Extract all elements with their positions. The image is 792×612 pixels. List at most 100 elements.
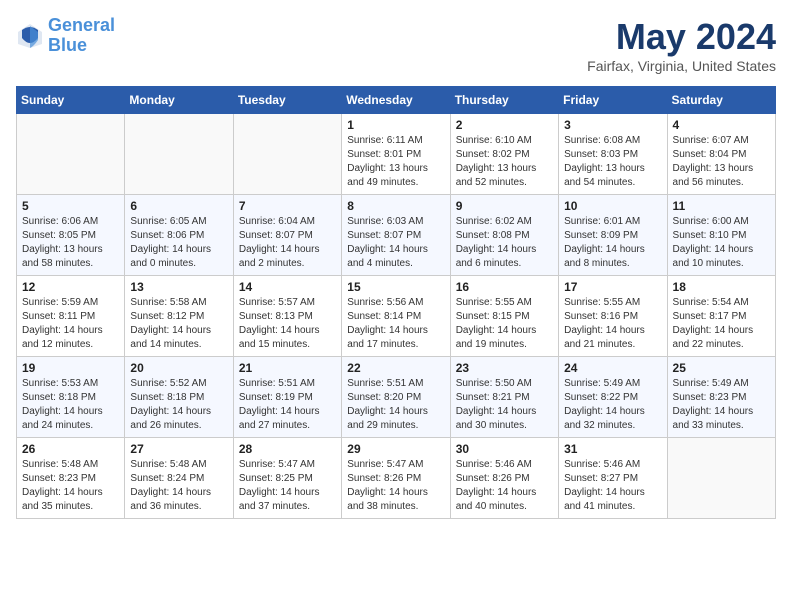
calendar-cell: 12 Sunrise: 5:59 AM Sunset: 8:11 PM Dayli… xyxy=(17,276,125,357)
weekday-header-wednesday: Wednesday xyxy=(342,87,450,114)
day-info: Sunrise: 5:55 AM Sunset: 8:15 PM Dayligh… xyxy=(456,296,553,352)
logo-icon xyxy=(16,22,44,50)
day-info: Sunrise: 6:05 AM Sunset: 8:06 PM Dayligh… xyxy=(130,215,227,271)
calendar-week-3: 19 Sunrise: 5:53 AM Sunset: 8:18 PM Dayli… xyxy=(17,357,776,438)
day-info: Sunrise: 5:57 AM Sunset: 8:13 PM Dayligh… xyxy=(239,296,336,352)
day-info: Sunrise: 5:59 AM Sunset: 8:11 PM Dayligh… xyxy=(22,296,119,352)
day-number: 4 xyxy=(673,118,770,132)
calendar-cell: 22Sunrise: 5:51 AM Sunset: 8:20 PM Dayli… xyxy=(342,357,450,438)
calendar-cell: 6 Sunrise: 6:05 AM Sunset: 8:06 PM Daylig… xyxy=(125,195,233,276)
day-info: Sunrise: 6:07 AM Sunset: 8:04 PM Dayligh… xyxy=(673,134,770,190)
day-info: Sunrise: 5:52 AM Sunset: 8:18 PM Dayligh… xyxy=(130,377,227,433)
day-number: 24 xyxy=(564,361,661,375)
day-number: 2 xyxy=(456,118,553,132)
calendar-week-1: 5Sunrise: 6:06 AM Sunset: 8:05 PM Daylig… xyxy=(17,195,776,276)
calendar-cell xyxy=(125,114,233,195)
day-number: 20 xyxy=(130,361,227,375)
day-info: Sunrise: 6:02 AM Sunset: 8:08 PM Dayligh… xyxy=(456,215,553,271)
day-number: 23 xyxy=(456,361,553,375)
logo-text: General Blue xyxy=(48,16,115,56)
day-number: 11 xyxy=(673,199,770,213)
day-number: 7 xyxy=(239,199,336,213)
day-info: Sunrise: 5:51 AM Sunset: 8:20 PM Dayligh… xyxy=(347,377,444,433)
calendar-cell: 7 Sunrise: 6:04 AM Sunset: 8:07 PM Daylig… xyxy=(233,195,341,276)
day-number: 28 xyxy=(239,442,336,456)
calendar-cell: 9 Sunrise: 6:02 AM Sunset: 8:08 PM Daylig… xyxy=(450,195,558,276)
calendar-cell: 5Sunrise: 6:06 AM Sunset: 8:05 PM Daylig… xyxy=(17,195,125,276)
calendar-cell: 24 Sunrise: 5:49 AM Sunset: 8:22 PM Dayli… xyxy=(559,357,667,438)
day-number: 16 xyxy=(456,280,553,294)
calendar-table: SundayMondayTuesdayWednesdayThursdayFrid… xyxy=(16,86,776,519)
calendar-cell: 11Sunrise: 6:00 AM Sunset: 8:10 PM Dayli… xyxy=(667,195,775,276)
day-number: 13 xyxy=(130,280,227,294)
calendar-week-2: 12 Sunrise: 5:59 AM Sunset: 8:11 PM Dayli… xyxy=(17,276,776,357)
day-number: 26 xyxy=(22,442,119,456)
day-number: 1 xyxy=(347,118,444,132)
day-info: Sunrise: 6:03 AM Sunset: 8:07 PM Dayligh… xyxy=(347,215,444,271)
day-info: Sunrise: 5:46 AM Sunset: 8:26 PM Dayligh… xyxy=(456,458,553,514)
day-info: Sunrise: 5:49 AM Sunset: 8:22 PM Dayligh… xyxy=(564,377,661,433)
calendar-cell: 28Sunrise: 5:47 AM Sunset: 8:25 PM Dayli… xyxy=(233,438,341,519)
weekday-header-friday: Friday xyxy=(559,87,667,114)
calendar-cell xyxy=(17,114,125,195)
day-info: Sunrise: 6:04 AM Sunset: 8:07 PM Dayligh… xyxy=(239,215,336,271)
day-info: Sunrise: 5:53 AM Sunset: 8:18 PM Dayligh… xyxy=(22,377,119,433)
weekday-header-sunday: Sunday xyxy=(17,87,125,114)
calendar-cell: 27Sunrise: 5:48 AM Sunset: 8:24 PM Dayli… xyxy=(125,438,233,519)
day-number: 6 xyxy=(130,199,227,213)
weekday-header-monday: Monday xyxy=(125,87,233,114)
day-number: 17 xyxy=(564,280,661,294)
day-number: 8 xyxy=(347,199,444,213)
day-number: 19 xyxy=(22,361,119,375)
page-header: General Blue May 2024 Fairfax, Virginia,… xyxy=(16,16,776,74)
weekday-header-thursday: Thursday xyxy=(450,87,558,114)
day-info: Sunrise: 6:08 AM Sunset: 8:03 PM Dayligh… xyxy=(564,134,661,190)
calendar-week-0: 1 Sunrise: 6:11 AM Sunset: 8:01 PM Daylig… xyxy=(17,114,776,195)
day-info: Sunrise: 5:55 AM Sunset: 8:16 PM Dayligh… xyxy=(564,296,661,352)
calendar-cell: 30Sunrise: 5:46 AM Sunset: 8:26 PM Dayli… xyxy=(450,438,558,519)
calendar-cell: 15 Sunrise: 5:56 AM Sunset: 8:14 PM Dayli… xyxy=(342,276,450,357)
day-info: Sunrise: 5:56 AM Sunset: 8:14 PM Dayligh… xyxy=(347,296,444,352)
calendar-cell: 13 Sunrise: 5:58 AM Sunset: 8:12 PM Dayli… xyxy=(125,276,233,357)
weekday-header-tuesday: Tuesday xyxy=(233,87,341,114)
day-number: 10 xyxy=(564,199,661,213)
calendar-cell: 10 Sunrise: 6:01 AM Sunset: 8:09 PM Dayli… xyxy=(559,195,667,276)
location: Fairfax, Virginia, United States xyxy=(587,58,776,74)
day-number: 12 xyxy=(22,280,119,294)
day-number: 31 xyxy=(564,442,661,456)
calendar-week-4: 26 Sunrise: 5:48 AM Sunset: 8:23 PM Dayli… xyxy=(17,438,776,519)
day-number: 5 xyxy=(22,199,119,213)
calendar-cell: 17 Sunrise: 5:55 AM Sunset: 8:16 PM Dayli… xyxy=(559,276,667,357)
calendar-cell: 26 Sunrise: 5:48 AM Sunset: 8:23 PM Dayli… xyxy=(17,438,125,519)
calendar-cell: 19 Sunrise: 5:53 AM Sunset: 8:18 PM Dayli… xyxy=(17,357,125,438)
month-title: May 2024 xyxy=(587,16,776,58)
day-number: 9 xyxy=(456,199,553,213)
day-info: Sunrise: 5:51 AM Sunset: 8:19 PM Dayligh… xyxy=(239,377,336,433)
day-info: Sunrise: 6:01 AM Sunset: 8:09 PM Dayligh… xyxy=(564,215,661,271)
calendar-cell: 8 Sunrise: 6:03 AM Sunset: 8:07 PM Daylig… xyxy=(342,195,450,276)
day-number: 15 xyxy=(347,280,444,294)
day-info: Sunrise: 5:50 AM Sunset: 8:21 PM Dayligh… xyxy=(456,377,553,433)
logo: General Blue xyxy=(16,16,115,56)
day-info: Sunrise: 6:10 AM Sunset: 8:02 PM Dayligh… xyxy=(456,134,553,190)
day-info: Sunrise: 5:46 AM Sunset: 8:27 PM Dayligh… xyxy=(564,458,661,514)
title-block: May 2024 Fairfax, Virginia, United State… xyxy=(587,16,776,74)
day-number: 27 xyxy=(130,442,227,456)
day-info: Sunrise: 5:49 AM Sunset: 8:23 PM Dayligh… xyxy=(673,377,770,433)
day-number: 29 xyxy=(347,442,444,456)
calendar-cell: 31 Sunrise: 5:46 AM Sunset: 8:27 PM Dayli… xyxy=(559,438,667,519)
calendar-cell: 2 Sunrise: 6:10 AM Sunset: 8:02 PM Daylig… xyxy=(450,114,558,195)
day-info: Sunrise: 6:11 AM Sunset: 8:01 PM Dayligh… xyxy=(347,134,444,190)
day-info: Sunrise: 5:48 AM Sunset: 8:23 PM Dayligh… xyxy=(22,458,119,514)
calendar-cell: 14 Sunrise: 5:57 AM Sunset: 8:13 PM Dayli… xyxy=(233,276,341,357)
calendar-cell: 3 Sunrise: 6:08 AM Sunset: 8:03 PM Daylig… xyxy=(559,114,667,195)
calendar-cell: 16 Sunrise: 5:55 AM Sunset: 8:15 PM Dayli… xyxy=(450,276,558,357)
day-info: Sunrise: 5:47 AM Sunset: 8:26 PM Dayligh… xyxy=(347,458,444,514)
day-info: Sunrise: 5:58 AM Sunset: 8:12 PM Dayligh… xyxy=(130,296,227,352)
calendar-cell: 18Sunrise: 5:54 AM Sunset: 8:17 PM Dayli… xyxy=(667,276,775,357)
calendar-cell xyxy=(667,438,775,519)
calendar-cell: 4 Sunrise: 6:07 AM Sunset: 8:04 PM Daylig… xyxy=(667,114,775,195)
day-number: 14 xyxy=(239,280,336,294)
day-number: 21 xyxy=(239,361,336,375)
day-number: 3 xyxy=(564,118,661,132)
